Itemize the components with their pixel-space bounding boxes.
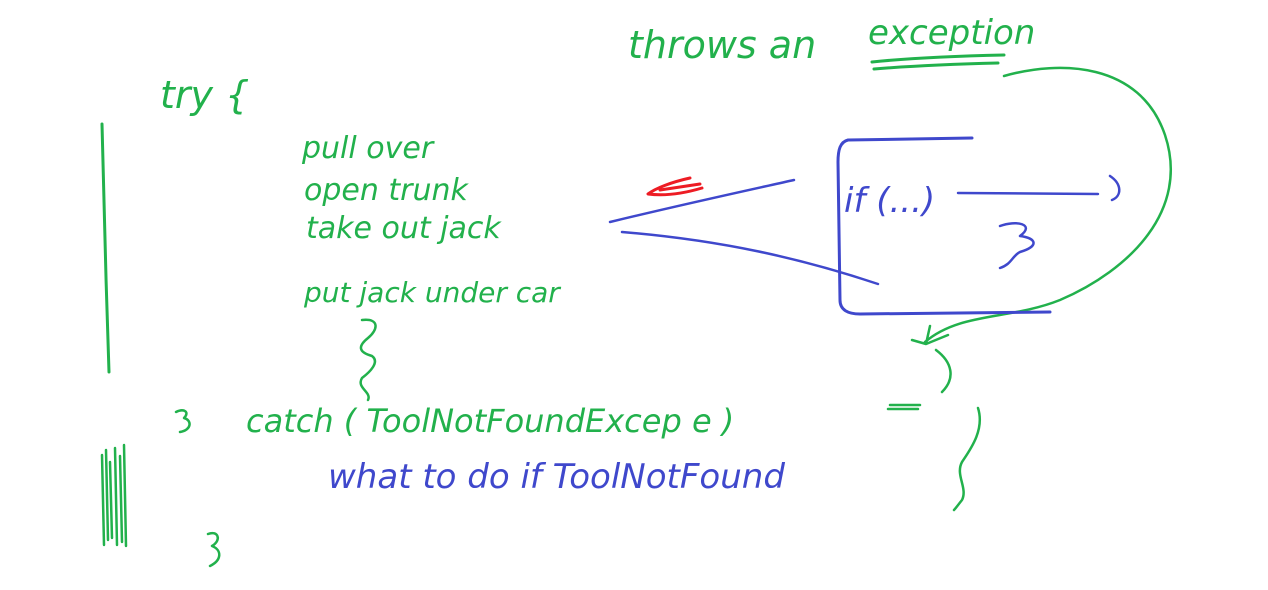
whiteboard-drawing: throws an exception try { pull over open… (100, 13, 1172, 568)
if-condition-line (956, 191, 1100, 196)
step-take-out-jack: take out jack (306, 211, 502, 246)
throws-label: throws an (628, 23, 816, 67)
if-block-box (836, 136, 1052, 316)
left-scribble-bars (100, 443, 128, 548)
catch-close-brace (206, 531, 221, 568)
what-to-do-label: what to do if ToolNotFound (328, 457, 785, 497)
red-arrow-icon (646, 176, 704, 197)
exception-underline-1 (870, 53, 1006, 64)
exception-flow-arrow (923, 66, 1172, 344)
try-close-brace (174, 409, 191, 434)
blue-strokes (608, 136, 1121, 316)
catch-label: catch ( ToolNotFoundExcep e ) (246, 402, 734, 440)
green-text: throws an exception try { pull over open… (160, 13, 1035, 440)
try-label: try { (160, 73, 249, 117)
left-vertical-bar (100, 122, 111, 374)
step-open-trunk: open trunk (304, 173, 470, 208)
whiteboard-canvas: throws an exception try { pull over open… (0, 0, 1268, 590)
catch-right-squiggle (952, 406, 981, 512)
if-close-paren (1108, 174, 1121, 202)
catch-param-underline (886, 403, 922, 411)
try-block-squiggle (359, 318, 377, 402)
red-strokes (646, 176, 704, 197)
catch-close-paren (934, 348, 952, 394)
step-pull-over: pull over (301, 131, 435, 166)
if-block-label: if (...) (844, 181, 935, 221)
exception-label: exception (868, 13, 1035, 53)
if-connector-upper (608, 178, 796, 224)
if-brace (998, 222, 1035, 270)
exception-underline-2 (872, 61, 1000, 71)
step-put-jack: put jack under car (303, 276, 561, 309)
exception-flow-arrowhead (910, 324, 950, 346)
